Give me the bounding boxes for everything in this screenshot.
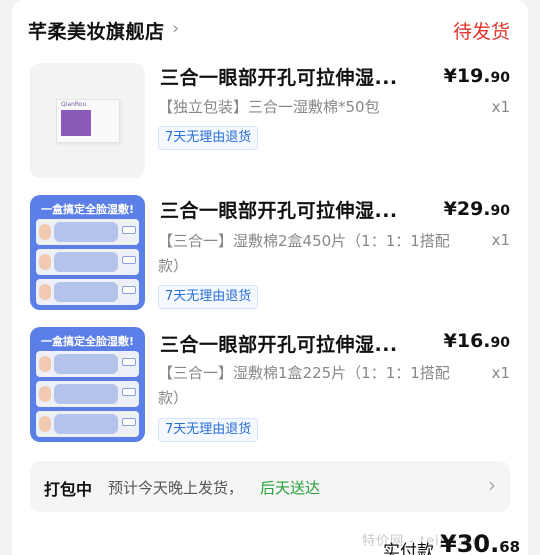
chevron-right-icon[interactable]: ›	[172, 18, 179, 39]
shop-name[interactable]: 芊柔美妆旗舰店	[28, 17, 165, 44]
paid-cents: 68	[499, 538, 521, 555]
product-quantity: x1	[491, 231, 510, 249]
return-policy-tag: 7天无理由退货	[158, 418, 259, 442]
price-cents: 90	[490, 70, 510, 86]
mask-strip	[36, 279, 139, 305]
product-price: ¥16.90	[444, 330, 510, 352]
thumb-banner: 一盒搞定全脸湿敷!	[40, 335, 135, 348]
shipping-eta: 预计今天晚上发货，	[108, 479, 244, 497]
price-main: ¥19.	[443, 65, 491, 87]
price-cents: 90	[490, 203, 510, 219]
mask-strip	[36, 411, 139, 437]
product-sku: 【三合一】湿敷棉2盒450片（1：1：1搭配款）	[158, 232, 450, 275]
product-title[interactable]: 三合一眼部开孔可拉伸湿...	[160, 196, 428, 223]
paid-amount: ¥30.68	[440, 530, 520, 555]
price-main: ¥29.	[443, 198, 491, 220]
shipping-arrival: 后天送达	[260, 479, 321, 497]
product-thumbnail[interactable]: 一盒搞定全脸湿敷!	[30, 327, 145, 442]
product-sku: 【三合一】湿敷棉1盒225片（1：1：1搭配款）	[158, 364, 450, 407]
product-label	[61, 110, 91, 136]
product-thumbnail[interactable]: 一盒搞定全脸湿敷!	[30, 195, 145, 310]
price-main: ¥16.	[443, 330, 491, 352]
order-status: 待发货	[452, 21, 510, 43]
price-cents: 90	[490, 335, 510, 351]
mask-strip	[36, 219, 139, 245]
chevron-right-icon[interactable]: ›	[488, 473, 496, 497]
product-price: ¥19.90	[444, 65, 510, 87]
return-policy-tag: 7天无理由退货	[158, 126, 259, 150]
product-price: ¥29.90	[444, 198, 510, 220]
product-sku: 【独立包装】三合一湿敷棉*50包	[158, 98, 380, 116]
product-quantity: x1	[491, 98, 510, 116]
paid-label: 实付款	[383, 542, 434, 555]
shipping-status-bar[interactable]: 打包中 预计今天晚上发货， 后天送达 ›	[30, 461, 510, 512]
product-quantity: x1	[491, 364, 510, 382]
shipping-status: 打包中	[44, 480, 93, 499]
mask-strip	[36, 381, 139, 407]
return-policy-tag: 7天无理由退货	[158, 285, 259, 309]
product-title[interactable]: 三合一眼部开孔可拉伸湿...	[160, 330, 428, 357]
mask-strip	[36, 249, 139, 275]
product-thumbnail[interactable]: QianRou	[30, 63, 145, 178]
thumb-banner: 一盒搞定全脸湿敷!	[40, 203, 135, 216]
paid-main: ¥30.	[440, 530, 500, 555]
product-box-image: QianRou	[56, 99, 120, 143]
product-title[interactable]: 三合一眼部开孔可拉伸湿...	[160, 63, 428, 90]
mask-strip	[36, 351, 139, 377]
brand-logo: QianRou	[61, 101, 87, 108]
